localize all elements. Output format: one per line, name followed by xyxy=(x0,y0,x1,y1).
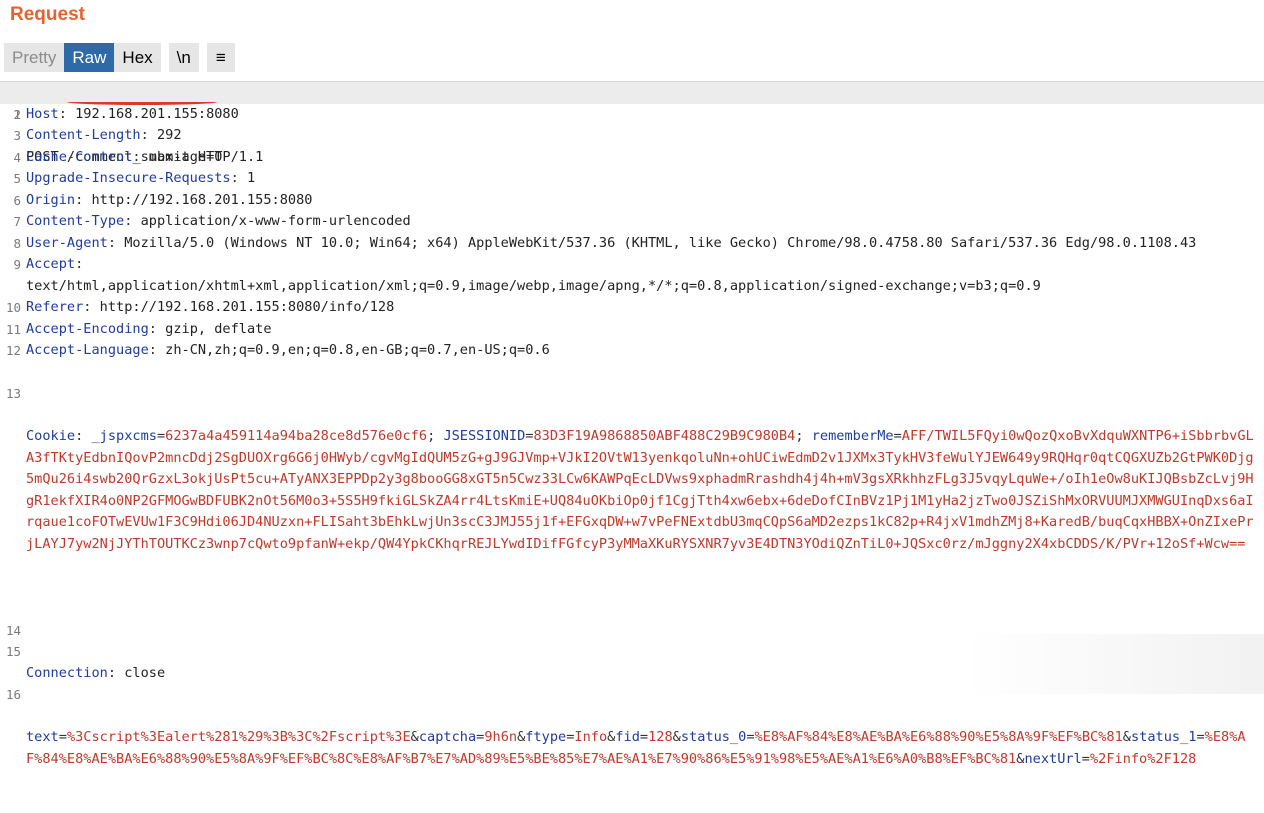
header-key: Content-Length xyxy=(26,127,141,143)
blank-line: 15 xyxy=(0,620,1264,642)
line-number: 6 xyxy=(0,190,21,212)
view-toolbar: Pretty Raw Hex \n ≡ xyxy=(4,43,235,72)
header-key: Upgrade-Insecure-Requests xyxy=(26,170,231,186)
request-body: 16 text=%3Cscript%3Ealert%281%29%3B%3C%2… xyxy=(0,663,1264,813)
header-value: 1 xyxy=(239,170,255,186)
tab-pretty[interactable]: Pretty xyxy=(4,43,64,72)
header-line-upgrade-insecure-requests: 5Upgrade-Insecure-Requests: 1 xyxy=(0,168,1264,190)
line-number: 3 xyxy=(0,125,21,147)
param-name: captcha xyxy=(419,729,476,745)
header-line-host: 2Host: 192.168.201.155:8080 xyxy=(0,104,1264,126)
line-number: 5 xyxy=(0,168,21,190)
header-value: text/html,application/xhtml+xml,applicat… xyxy=(26,278,1041,294)
header-key: Content-Type xyxy=(26,213,124,229)
cookie-name: rememberMe xyxy=(812,428,894,444)
param-name: text xyxy=(26,729,59,745)
header-value: application/x-www-form-urlencoded xyxy=(132,213,410,229)
header-value: gzip, deflate xyxy=(157,321,272,337)
header-key: Origin xyxy=(26,192,75,208)
param-name: status_1 xyxy=(1131,729,1196,745)
header-value: max-age=0 xyxy=(141,149,223,165)
param-value: %2Finfo%2F128 xyxy=(1090,751,1196,767)
request-editor[interactable]: 1 POST /comment_submit HTTP/1.1 2Host: 1… xyxy=(0,81,1264,695)
param-name: nextUrl xyxy=(1024,751,1081,767)
header-key: Host xyxy=(26,106,59,122)
header-value: Mozilla/5.0 (Windows NT 10.0; Win64; x64… xyxy=(116,235,1196,251)
line-number: 10 xyxy=(0,297,21,319)
header-line-content-type: 7Content-Type: application/x-www-form-ur… xyxy=(0,211,1264,233)
line-number: 12 xyxy=(0,340,21,362)
blank-spacer xyxy=(0,641,1264,663)
header-line-accept: 9Accept: text/html,application/xhtml+xml… xyxy=(0,254,1264,297)
annotation-underline xyxy=(67,99,217,105)
cookie-value: 83D3F19A9868850ABF488C29B9C980B4 xyxy=(533,428,795,444)
header-value: http://192.168.201.155:8080 xyxy=(83,192,312,208)
header-line-connection: 14 Connection: close xyxy=(0,598,1264,620)
param-name: ftype xyxy=(525,729,566,745)
line-number: 7 xyxy=(0,211,21,233)
tab-hex[interactable]: Hex xyxy=(114,43,160,72)
header-value: http://192.168.201.155:8080/info/128 xyxy=(91,299,394,315)
header-value: 192.168.201.155:8080 xyxy=(67,106,239,122)
menu-icon[interactable]: ≡ xyxy=(207,43,235,72)
header-key: Cache-Control xyxy=(26,149,132,165)
header-line-referer: 10Referer: http://192.168.201.155:8080/i… xyxy=(0,297,1264,319)
cookie-name: JSESSIONID xyxy=(443,428,525,444)
line-number: 8 xyxy=(0,233,21,255)
header-value: zh-CN,zh;q=0.9,en;q=0.8,en-GB;q=0.7,en-U… xyxy=(157,342,550,358)
header-key: Accept xyxy=(26,256,75,272)
header-line-content-length: 3Content-Length: 292 xyxy=(0,125,1264,147)
line-number: 13 xyxy=(0,383,21,405)
tab-raw[interactable]: Raw xyxy=(64,43,114,72)
cookie-value: 6237a4a459114a94ba28ce8d576e0cf6 xyxy=(165,428,427,444)
cookie-value: AFF/TWIL5FQyi0wQozQxoBvXdquWXNTP6+iSbbrb… xyxy=(26,428,1254,552)
header-key: Referer xyxy=(26,299,83,315)
line-number: 9 xyxy=(0,254,21,276)
header-key: Cookie xyxy=(26,428,75,444)
param-value: 9h6n xyxy=(484,729,517,745)
header-line-accept-encoding: 11Accept-Encoding: gzip, deflate xyxy=(0,319,1264,341)
header-key: User-Agent xyxy=(26,235,108,251)
header-line-user-agent: 8User-Agent: Mozilla/5.0 (Windows NT 10.… xyxy=(0,233,1264,255)
param-value: 128 xyxy=(648,729,673,745)
param-value: %E8%AF%84%E8%AE%BA%E6%88%90%E5%8A%9F%EF%… xyxy=(755,729,1123,745)
header-line-cookie: 13 Cookie: _jspxcms=6237a4a459114a94ba28… xyxy=(0,362,1264,599)
header-line-accept-language: 12Accept-Language: zh-CN,zh;q=0.9,en;q=0… xyxy=(0,340,1264,362)
header-key: Accept-Encoding xyxy=(26,321,149,337)
header-value: 292 xyxy=(149,127,182,143)
param-name: fid xyxy=(615,729,640,745)
param-value: Info xyxy=(574,729,607,745)
line-number: 11 xyxy=(0,319,21,341)
view-mode-tabs: Pretty Raw Hex xyxy=(4,43,161,72)
header-line-origin: 6Origin: http://192.168.201.155:8080 xyxy=(0,190,1264,212)
line-number: 4 xyxy=(0,147,21,169)
header-key: Accept-Language xyxy=(26,342,149,358)
param-value: %3Cscript%3Ealert%281%29%3B%3C%2Fscript%… xyxy=(67,729,411,745)
panel-title: Request xyxy=(10,4,85,26)
header-line-cache-control: 4Cache-Control: max-age=0 xyxy=(0,147,1264,169)
line-number: 16 xyxy=(0,684,21,706)
param-name: status_0 xyxy=(681,729,746,745)
show-newlines-toggle[interactable]: \n xyxy=(169,43,199,72)
line-number: 2 xyxy=(0,104,21,126)
cookie-name: _jspxcms xyxy=(91,428,156,444)
